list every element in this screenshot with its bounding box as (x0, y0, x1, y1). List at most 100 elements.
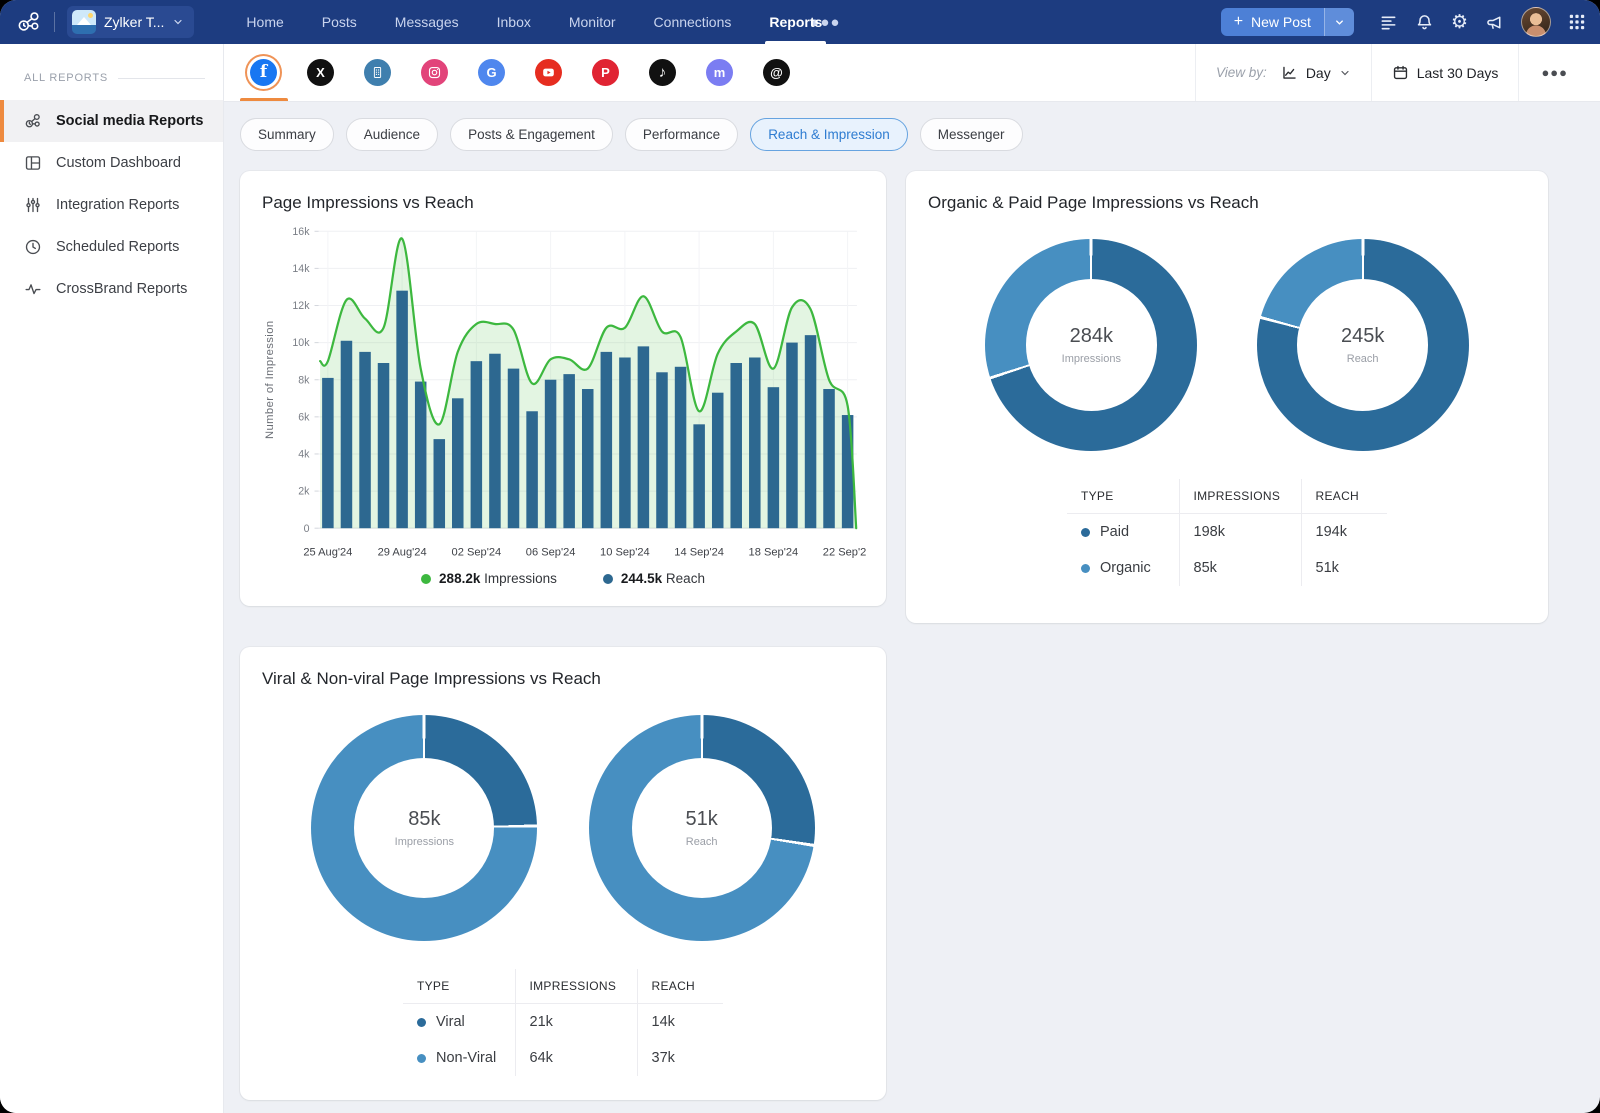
svg-text:10 Sep'24: 10 Sep'24 (600, 547, 650, 559)
main-area: fXGP♪m@ View by: Day (224, 44, 1600, 1113)
google-business-channel-button[interactable]: G (476, 44, 507, 101)
table-row: Viral21k14k (403, 1004, 723, 1041)
svg-text:4k: 4k (298, 448, 310, 460)
legend-impressions: 288.2k Impressions (421, 571, 557, 586)
tab-audience[interactable]: Audience (346, 118, 438, 151)
nav-item-reports[interactable]: Reports (769, 0, 822, 44)
nav-item-inbox[interactable]: Inbox (497, 0, 531, 44)
tab-messenger[interactable]: Messenger (920, 118, 1023, 151)
donut-reach: 51k Reach (589, 715, 815, 941)
tab-reach-impression[interactable]: Reach & Impression (750, 118, 908, 151)
facebook-channel-button[interactable]: f (248, 44, 279, 101)
top-navbar: Zylker T... Home Posts Messages Inbox Monito… (0, 0, 1600, 44)
donut-label: Impressions (395, 836, 454, 848)
sidebar-item-social-media-reports[interactable]: Social media Reports (0, 100, 223, 142)
new-post-label: New Post (1251, 14, 1311, 30)
report-content: Summary Audience Posts & Engagement Perform… (224, 102, 1600, 1113)
nav-item-posts[interactable]: Posts (322, 0, 357, 44)
user-avatar[interactable] (1521, 7, 1551, 37)
pulse-icon (24, 280, 42, 298)
app-grid-button[interactable] (1568, 13, 1586, 31)
new-post-button[interactable]: + New Post (1221, 8, 1324, 36)
reports-sidebar: ALL REPORTS Social media ReportsCustom D… (0, 44, 224, 1113)
organic-paid-table: TYPEIMPRESSIONSREACHPaid198k194kOrganic8… (1067, 479, 1387, 586)
donut-reach: 245k Reach (1257, 239, 1469, 451)
donut-value: 245k (1341, 325, 1384, 348)
svg-text:14 Sep'24: 14 Sep'24 (674, 547, 724, 559)
donut-row: 85k Impressions 51k Reach (260, 715, 866, 941)
column-header-type: TYPE (1067, 479, 1179, 514)
threads-icon: @ (763, 59, 790, 86)
view-by-day-dropdown[interactable]: Day (1275, 64, 1351, 81)
table-row: Paid198k194k (1067, 514, 1387, 551)
table-header-row: TYPEIMPRESSIONSREACH (403, 969, 723, 1004)
donut-label: Reach (686, 836, 718, 848)
type-cell: Organic (1067, 550, 1179, 586)
nav-item-home[interactable]: Home (246, 0, 283, 44)
tiktok-channel-button[interactable]: ♪ (647, 44, 678, 101)
date-range-picker[interactable]: Last 30 Days (1372, 44, 1519, 101)
announcements-button[interactable] (1485, 13, 1504, 32)
threads-channel-button[interactable]: @ (761, 44, 792, 101)
svg-text:06 Sep'24: 06 Sep'24 (526, 547, 576, 559)
youtube-icon (535, 59, 562, 86)
sidebar-item-label: Social media Reports (56, 113, 203, 129)
svg-text:2k: 2k (298, 486, 310, 498)
sidebar-item-custom-dashboard[interactable]: Custom Dashboard (0, 142, 223, 184)
grid-icon (1568, 13, 1586, 31)
notifications-button[interactable] (1415, 13, 1434, 32)
channel-bar: fXGP♪m@ View by: Day (224, 44, 1600, 102)
table-row: Non-Viral64k37k (403, 1040, 723, 1076)
impressions-cell: 85k (1179, 550, 1301, 586)
type-label: Non-Viral (436, 1050, 496, 1066)
column-header-impressions: IMPRESSIONS (515, 969, 637, 1004)
sidebar-item-scheduled-reports[interactable]: Scheduled Reports (0, 226, 223, 268)
mastodon-channel-button[interactable]: m (704, 44, 735, 101)
channel-bar-overflow-button[interactable]: ●●● (1519, 44, 1590, 101)
youtube-channel-button[interactable] (533, 44, 564, 101)
share-network-icon (24, 112, 42, 130)
report-tabs: Summary Audience Posts & Engagement Perform… (240, 118, 1600, 151)
tab-posts-engagement[interactable]: Posts & Engagement (450, 118, 613, 151)
svg-text:12k: 12k (292, 300, 310, 312)
donut-center: 51k Reach (632, 758, 772, 898)
linkedin-page-channel-button[interactable] (362, 44, 393, 101)
type-label: Viral (436, 1014, 465, 1030)
plus-icon: + (1234, 16, 1243, 28)
nav-item-monitor[interactable]: Monitor (569, 0, 616, 44)
sidebar-item-integration-reports[interactable]: Integration Reports (0, 184, 223, 226)
donut-center: 85k Impressions (354, 758, 494, 898)
type-label: Organic (1100, 560, 1151, 576)
instagram-channel-button[interactable] (419, 44, 450, 101)
brand-avatar (72, 10, 96, 34)
bell-icon (1415, 13, 1434, 32)
table-row: Organic85k51k (1067, 550, 1387, 586)
svg-text:22 Sep'24: 22 Sep'24 (823, 547, 866, 559)
card-title: Page Impressions vs Reach (262, 193, 866, 213)
gear-icon: ⚙ (1451, 13, 1468, 32)
sidebar-item-crossbrand-reports[interactable]: CrossBrand Reports (0, 268, 223, 310)
brand-selector[interactable]: Zylker T... (67, 6, 194, 38)
sidebar-item-label: Scheduled Reports (56, 239, 179, 255)
activity-list-button[interactable] (1379, 13, 1398, 32)
tab-performance[interactable]: Performance (625, 118, 738, 151)
sliders-icon (24, 196, 42, 214)
megaphone-icon (1485, 13, 1504, 32)
nav-item-connections[interactable]: Connections (654, 0, 732, 44)
donut-row: 284k Impressions 245k Reach (926, 239, 1528, 451)
chevron-down-icon (1339, 67, 1351, 79)
type-cell: Paid (1067, 514, 1179, 551)
pinterest-channel-button[interactable]: P (590, 44, 621, 101)
divider (54, 12, 55, 32)
google-business-icon: G (478, 59, 505, 86)
tab-summary[interactable]: Summary (240, 118, 334, 151)
instagram-icon (421, 59, 448, 86)
card-page-impressions-vs-reach: Page Impressions vs Reach 02k4k6k8k10k12… (240, 171, 886, 606)
nav-item-messages[interactable]: Messages (395, 0, 459, 44)
new-post-caret-button[interactable] (1324, 8, 1354, 36)
x-channel-button[interactable]: X (305, 44, 336, 101)
reach-cell: 194k (1301, 514, 1387, 551)
settings-button[interactable]: ⚙ (1451, 13, 1468, 32)
calendar-icon (1392, 64, 1409, 81)
viral-dot (417, 1018, 426, 1027)
